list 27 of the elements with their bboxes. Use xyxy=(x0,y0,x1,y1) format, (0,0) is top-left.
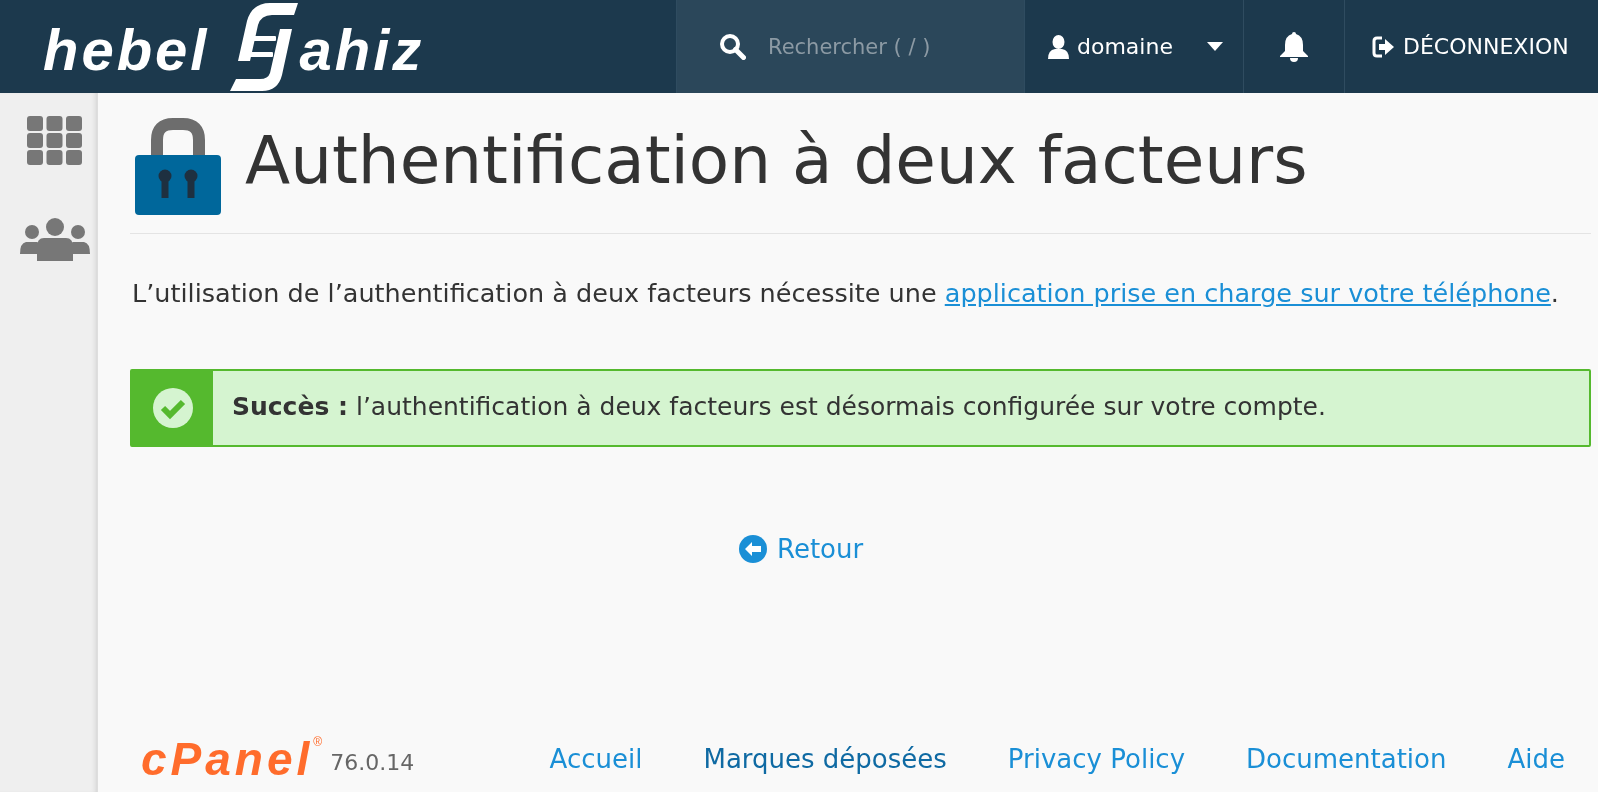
page-title: Authentification à deux facteurs xyxy=(245,121,1308,194)
users-icon[interactable] xyxy=(20,218,90,261)
back-link[interactable]: Retour xyxy=(739,533,864,564)
search-icon xyxy=(719,33,746,60)
footer-link[interactable]: Aide xyxy=(1507,744,1565,774)
logout-button[interactable]: DÉCONNEXION xyxy=(1344,0,1598,93)
footer-link[interactable]: Accueil xyxy=(549,744,643,774)
user-icon xyxy=(1048,34,1069,59)
intro-text: L’utilisation de l’authentification à deux facteurs nécessite une application prise en charge sur votre téléphone. xyxy=(132,277,1560,310)
check-circle-icon xyxy=(152,387,193,428)
footer-link[interactable]: Marques déposées xyxy=(703,744,947,774)
caret-icon xyxy=(1206,42,1223,51)
version-text: 76.0.14 xyxy=(330,748,415,775)
phone-app-link[interactable]: application prise en charge sur votre téléphone xyxy=(944,278,1551,308)
arrow-left-circle-icon xyxy=(739,534,767,563)
alert-message: Succès : l’authentification à deux facteurs est désormais configurée sur votre compte. xyxy=(232,391,1326,424)
logo-text: ahiz xyxy=(299,15,425,79)
brand-logo: cPanel$^{®}$ xyxy=(141,736,323,782)
bell-icon xyxy=(1280,31,1308,62)
footer-link[interactable]: Documentation xyxy=(1246,744,1447,774)
apps-grid-icon[interactable] xyxy=(27,116,82,165)
padlock-icon xyxy=(135,118,222,215)
search-field[interactable]: Rechercher ( / ) xyxy=(768,34,1008,59)
logout-icon xyxy=(1372,35,1394,58)
user-menu-button[interactable]: domaine xyxy=(1024,0,1243,93)
footer-link[interactable]: Privacy Policy xyxy=(1007,744,1186,774)
logo-text: hebel xyxy=(43,15,210,79)
